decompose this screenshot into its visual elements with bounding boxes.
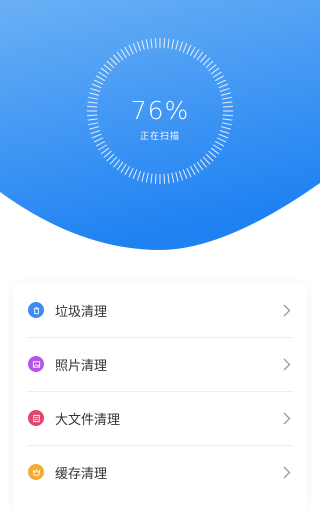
gauge-tick	[208, 64, 217, 72]
gauge-tick	[91, 83, 102, 89]
gauge-tick	[103, 150, 112, 158]
gauge-tick	[196, 161, 204, 171]
gauge-tick	[98, 144, 108, 151]
gauge-tick	[100, 147, 110, 155]
photo-clean-label: 照片清理	[55, 358, 108, 374]
large-file-clean-item[interactable]: 大文件清理	[13, 391, 307, 445]
gauge-tick	[106, 60, 115, 69]
gauge-tick	[95, 140, 106, 147]
gauge-tick	[212, 71, 222, 78]
image-icon	[28, 356, 44, 372]
gauge-tick	[216, 79, 227, 85]
gauge-tick	[109, 57, 118, 66]
chevron-right-icon	[283, 358, 291, 370]
gauge-tick	[182, 42, 188, 53]
gauge-tick	[124, 46, 131, 57]
gauge-tick	[214, 75, 225, 82]
photo-clean-item[interactable]: 照片清理	[13, 337, 307, 391]
gauge-tick	[218, 83, 229, 89]
gauge-tick	[141, 171, 145, 182]
gauge-tick	[98, 71, 108, 78]
gauge-tick	[132, 169, 138, 180]
gauge-tick	[219, 87, 230, 93]
gauge-tick	[210, 67, 220, 75]
gauge-tick	[145, 172, 149, 183]
gauge-tick	[186, 167, 192, 178]
gauge-tick	[154, 38, 157, 49]
gauge-tick	[109, 156, 118, 165]
gauge-tick	[100, 67, 110, 75]
scan-status: 正在扫描	[139, 132, 180, 142]
gauge-tick	[120, 163, 127, 173]
junk-clean-item[interactable]: 垃圾清理	[13, 283, 307, 337]
gauge-tick	[205, 60, 214, 69]
gauge-tick	[178, 170, 184, 181]
gauge-tick	[132, 42, 138, 53]
gauge-tick	[189, 46, 196, 57]
gauge-tick	[202, 57, 211, 66]
gauge-tick	[189, 165, 196, 176]
gauge-tick	[136, 170, 142, 181]
gauge-tick	[186, 44, 192, 55]
gauge-tick	[116, 161, 124, 171]
gauge-tick	[141, 40, 145, 51]
gauge-tick	[202, 156, 211, 165]
gauge-tick	[171, 39, 175, 50]
gauge-tick	[171, 172, 175, 183]
gauge-tick	[193, 49, 200, 59]
gauge-tick	[196, 51, 204, 61]
crown-icon	[28, 464, 44, 480]
gauge-tick	[208, 150, 217, 158]
gauge-tick	[120, 49, 127, 59]
trash-icon	[28, 302, 44, 318]
gauge-tick	[167, 38, 170, 49]
gauge-tick	[167, 173, 170, 184]
gauge-tick	[199, 54, 207, 63]
gauge-tick	[116, 51, 124, 61]
gauge-tick	[210, 147, 220, 155]
gauge-tick	[95, 75, 106, 82]
chevron-right-icon	[283, 304, 291, 316]
gauge-tick	[93, 79, 104, 85]
gauge-tick	[136, 41, 142, 52]
gauge-tick	[199, 159, 207, 168]
gauge-tick	[128, 44, 134, 55]
chevron-right-icon	[283, 466, 291, 478]
gauge-tick	[178, 41, 184, 52]
gauge-tick	[106, 153, 115, 162]
gauge-tick	[212, 144, 222, 151]
gauge-tick	[205, 153, 214, 162]
document-icon	[28, 410, 44, 426]
cache-clean-label: 缓存清理	[55, 466, 108, 482]
large-file-clean-label: 大文件清理	[55, 412, 121, 428]
gauge-tick	[214, 140, 225, 147]
gauge-tick	[150, 173, 153, 184]
gauge-tick	[90, 87, 101, 93]
gauge-tick	[154, 173, 157, 184]
gauge-tick	[182, 169, 188, 180]
gauge-tick	[175, 171, 179, 182]
junk-clean-label: 垃圾清理	[55, 304, 108, 320]
gauge-tick	[113, 54, 121, 63]
cache-clean-item[interactable]: 缓存清理	[13, 445, 307, 499]
gauge-tick	[193, 163, 200, 173]
gauge-tick	[145, 39, 149, 50]
gauge-tick	[220, 92, 231, 96]
gauge-tick	[128, 167, 134, 178]
gauge-tick	[89, 92, 100, 96]
gauge-tick	[124, 165, 131, 176]
gauge-tick	[113, 159, 121, 168]
gauge-tick	[163, 38, 166, 49]
clean-options-list: 垃圾清理 照片清理 大文件清理 缓存清理	[13, 283, 307, 513]
scan-percent: 76%	[130, 96, 190, 125]
gauge-tick	[163, 173, 166, 184]
chevron-right-icon	[283, 412, 291, 424]
gauge-tick	[103, 64, 112, 72]
gauge-tick	[175, 40, 179, 51]
gauge-tick	[150, 38, 153, 49]
